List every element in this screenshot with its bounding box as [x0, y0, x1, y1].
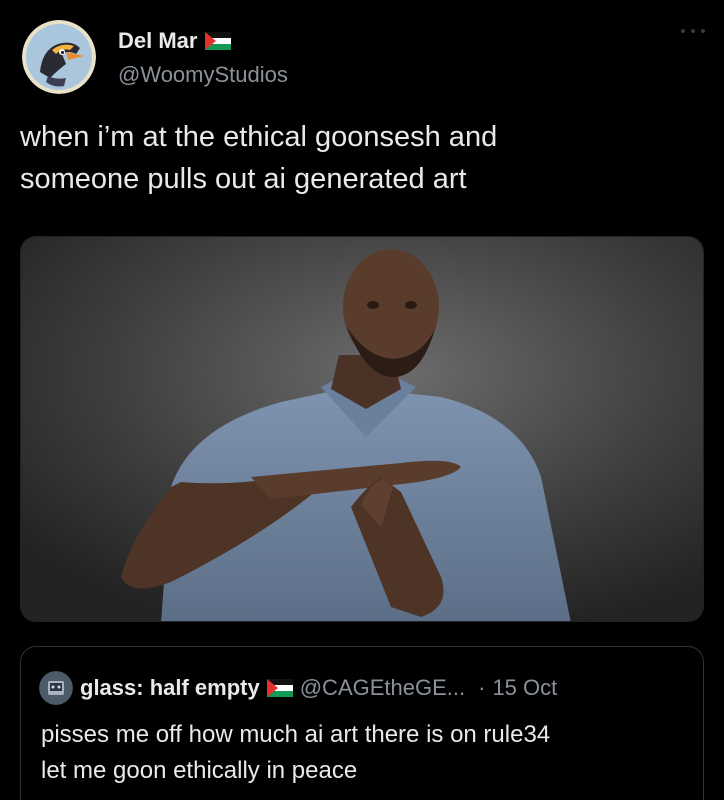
quote-text-line: let me goon ethically in peace	[41, 757, 358, 784]
quote-separator: ·	[478, 675, 486, 700]
man-making-timeout-gesture-photo-icon	[21, 237, 703, 621]
quote-text: pisses me off how much ai art there is o…	[41, 717, 691, 789]
post: Del Mar @WoomyStudios when i’m at the et…	[0, 0, 724, 800]
author-handle[interactable]: @WoomyStudios	[118, 62, 288, 88]
glass-avatar-icon	[39, 671, 73, 705]
palestine-flag-icon	[266, 679, 293, 697]
post-media-image[interactable]	[20, 236, 704, 622]
author-display-name[interactable]: Del Mar	[118, 28, 197, 54]
post-text-line: when i’m at the ethical goonsesh and	[20, 121, 498, 153]
quote-avatar[interactable]	[39, 671, 73, 705]
quote-text-line: pisses me off how much ai art there is o…	[41, 721, 551, 748]
quoted-post[interactable]: glass: half empty @CAGEtheGE... · 15 Oct…	[20, 646, 704, 800]
more-options-icon[interactable]	[678, 26, 708, 36]
palestine-flag-icon	[205, 32, 232, 50]
quote-display-name[interactable]: glass: half empty	[80, 675, 260, 701]
cartoon-bird-avatar-icon	[22, 20, 96, 94]
author-name-row: Del Mar	[118, 28, 232, 54]
quote-date[interactable]: 15 Oct	[492, 675, 557, 701]
author-avatar[interactable]	[22, 20, 96, 94]
post-text-line: someone pulls out ai generated art	[20, 163, 467, 195]
quote-header: glass: half empty @CAGEtheGE... · 15 Oct	[39, 671, 557, 705]
post-text: when i’m at the ethical goonsesh and som…	[20, 116, 700, 200]
quote-handle[interactable]: @CAGEtheGE...	[300, 675, 465, 701]
